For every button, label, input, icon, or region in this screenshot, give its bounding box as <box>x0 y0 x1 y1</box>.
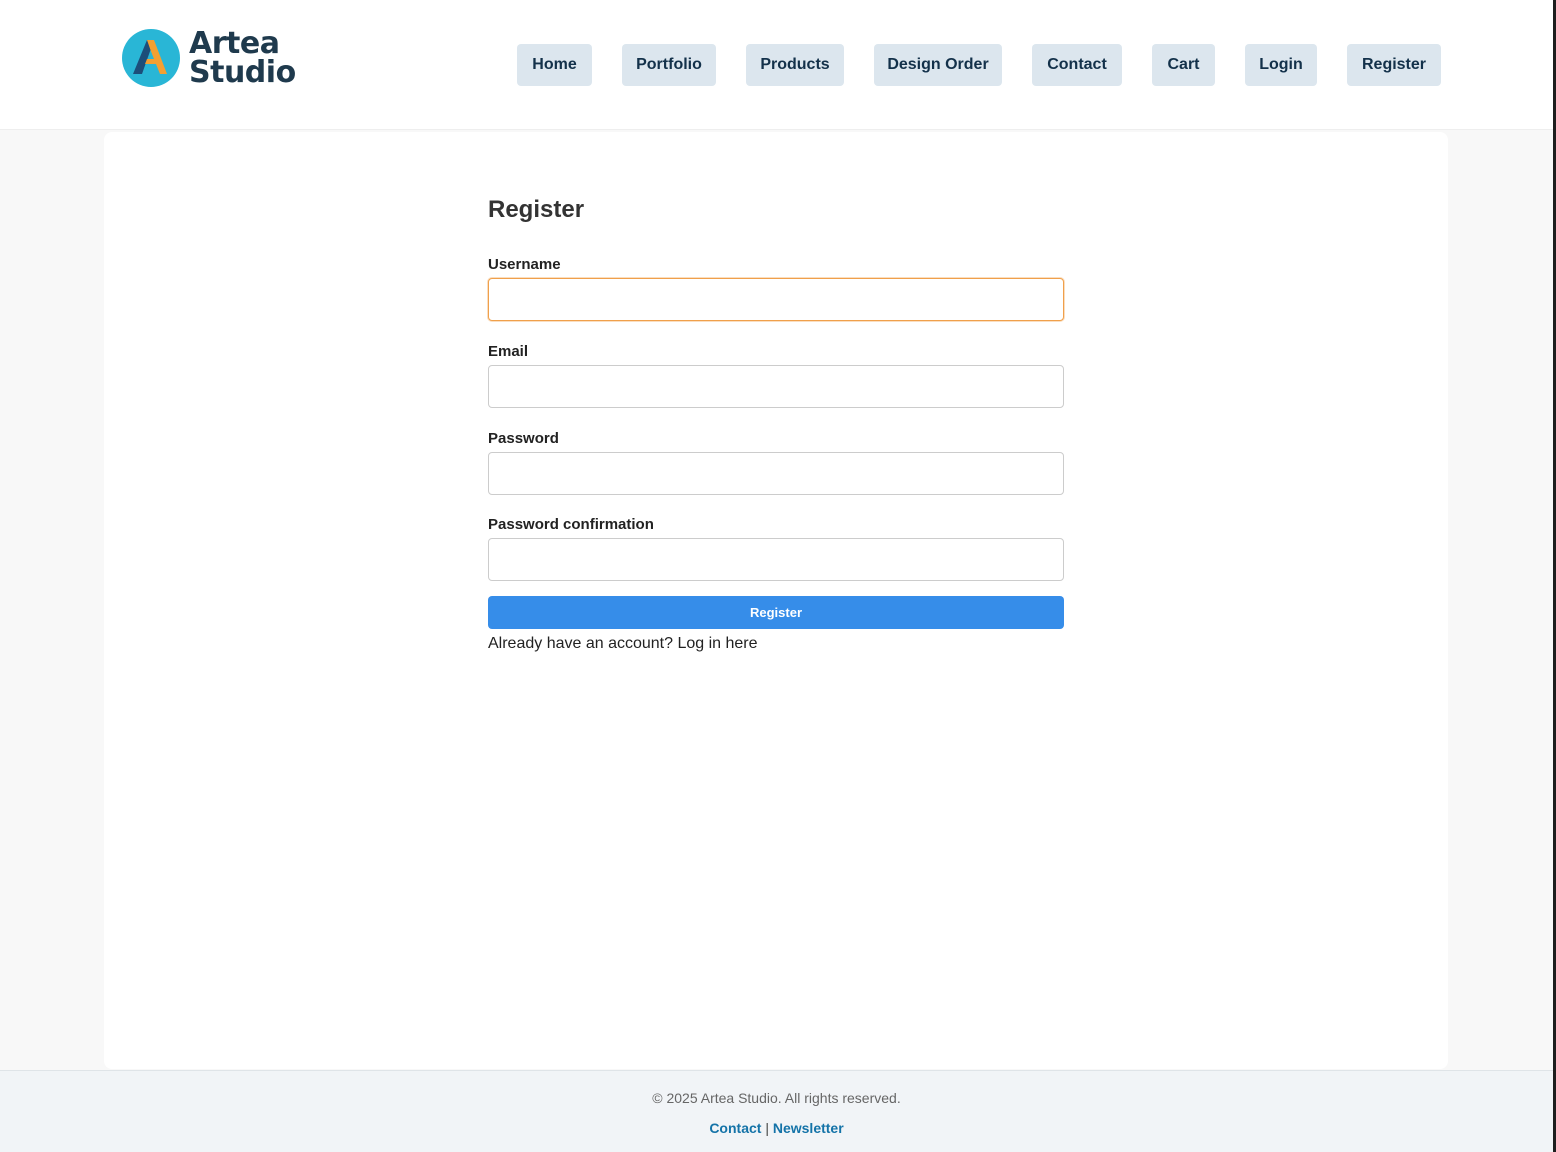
login-prompt: Already have an account? Log in here <box>488 634 1064 654</box>
footer-separator: | <box>765 1120 769 1136</box>
site-header: Artea Studio Home Portfolio Products Des… <box>0 0 1553 130</box>
username-label: Username <box>488 256 561 273</box>
register-submit-button[interactable]: Register <box>488 596 1064 629</box>
main-nav: Home Portfolio Products Design Order Con… <box>0 44 1553 86</box>
nav-cart-button[interactable]: Cart <box>1152 44 1215 86</box>
footer-links: Contact | Newsletter <box>0 1119 1553 1137</box>
nav-contact-button[interactable]: Contact <box>1032 44 1122 86</box>
nav-login-button[interactable]: Login <box>1245 44 1317 86</box>
nav-design-order-button[interactable]: Design Order <box>874 44 1002 86</box>
site-footer: © 2025 Artea Studio. All rights reserved… <box>0 1070 1553 1152</box>
email-label: Email <box>488 343 529 360</box>
footer-newsletter-link[interactable]: Newsletter <box>773 1120 844 1136</box>
username-field[interactable] <box>488 278 1064 321</box>
login-prompt-text: Already have an account? <box>488 635 674 652</box>
nav-products-button[interactable]: Products <box>746 44 844 86</box>
register-form: Register Username Email Password Passwor… <box>488 194 1064 654</box>
email-field[interactable] <box>488 365 1064 408</box>
nav-register-button[interactable]: Register <box>1347 44 1441 86</box>
password-confirmation-label: Password confirmation <box>488 516 654 533</box>
copyright-text: © 2025 Artea Studio. All rights reserved… <box>652 1090 901 1106</box>
password-field[interactable] <box>488 452 1064 495</box>
nav-home-button[interactable]: Home <box>517 44 592 86</box>
password-label: Password <box>488 430 559 447</box>
password-confirmation-field[interactable] <box>488 538 1064 581</box>
footer-contact-link[interactable]: Contact <box>709 1120 761 1136</box>
page-title: Register <box>488 196 585 223</box>
login-link[interactable]: Log in here <box>677 635 757 652</box>
main-content: Register Username Email Password Passwor… <box>104 132 1448 1069</box>
nav-portfolio-button[interactable]: Portfolio <box>622 44 716 86</box>
